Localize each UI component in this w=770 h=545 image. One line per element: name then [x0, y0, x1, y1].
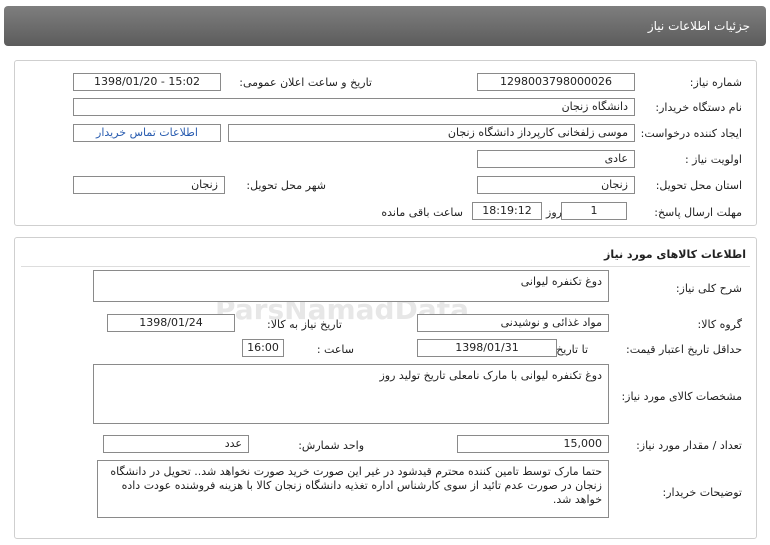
spec-label: مشخصات کالای مورد نیاز: — [621, 390, 742, 403]
remaining-word: ساعت باقی مانده — [381, 206, 463, 219]
buyer-notes-field[interactable]: حتما مارک توسط تامین کننده محترم قیدشود … — [97, 460, 609, 518]
deadline-days-field[interactable]: 1 — [561, 202, 627, 220]
deadline-time-field[interactable]: 18:19:12 — [472, 202, 542, 220]
need-date-label: تاریخ نیاز به کالا: — [267, 318, 342, 331]
unit-label: واحد شمارش: — [298, 439, 364, 452]
need-number-field[interactable]: 1298003798000026 — [477, 73, 635, 91]
announce-datetime-label: تاریخ و ساعت اعلان عمومی: — [239, 76, 372, 89]
goods-info-panel: اطلاعات کالاهای مورد نیاز ParsNamadData … — [14, 237, 757, 539]
priority-field[interactable]: عادی — [477, 150, 635, 168]
general-desc-label: شرح کلی نیاز: — [675, 282, 742, 295]
buyer-contact-link[interactable]: اطلاعات تماس خریدار — [73, 124, 221, 142]
requester-label: ایجاد کننده درخواست: — [640, 127, 742, 140]
window-title: جزئیات اطلاعات نیاز — [647, 19, 750, 33]
deadline-label: مهلت ارسال پاسخ: — [654, 206, 742, 219]
need-number-label: شماره نیاز: — [689, 76, 742, 89]
section-divider — [21, 266, 750, 267]
general-desc-field[interactable]: دوغ تکنفره لیوانی — [93, 270, 609, 302]
validity-time-label: ساعت : — [316, 343, 354, 356]
need-info-panel: شماره نیاز: 1298003798000026 تاریخ و ساع… — [14, 60, 757, 226]
to-date-field[interactable]: 1398/01/31 — [417, 339, 557, 357]
province-field[interactable]: زنجان — [477, 176, 635, 194]
quantity-field[interactable]: 15,000 — [457, 435, 609, 453]
buyer-notes-label: توضیحات خریدار: — [662, 486, 743, 499]
unit-field[interactable]: عدد — [103, 435, 249, 453]
window-titlebar: جزئیات اطلاعات نیاز — [4, 6, 766, 46]
goods-group-label: گروه کالا: — [697, 318, 742, 331]
buyer-org-label: نام دستگاه خریدار: — [655, 101, 742, 114]
announce-datetime-field[interactable]: 1398/01/20 - 15:02 — [73, 73, 221, 91]
requester-field[interactable]: موسی زلفخانی کارپرداز دانشگاه زنجان — [228, 124, 635, 142]
min-validity-label: حداقل تاریخ اعتبار قیمت: — [626, 343, 742, 356]
validity-time-field[interactable]: 16:00 — [242, 339, 284, 357]
buyer-org-field[interactable]: دانشگاه زنجان — [73, 98, 635, 116]
spec-field[interactable]: دوغ تکنفره لیوانی با مارک نامعلی تاریخ ت… — [93, 364, 609, 424]
quantity-label: تعداد / مقدار مورد نیاز: — [636, 439, 742, 452]
priority-label: اولویت نیاز : — [684, 153, 742, 166]
city-label: شهر محل تحویل: — [246, 179, 326, 192]
need-date-field[interactable]: 1398/01/24 — [107, 314, 235, 332]
goods-section-title: اطلاعات کالاهای مورد نیاز — [604, 248, 746, 261]
goods-group-field[interactable]: مواد غذائی و نوشیدنی — [417, 314, 609, 332]
city-field[interactable]: زنجان — [73, 176, 225, 194]
province-label: استان محل تحویل: — [655, 179, 742, 192]
